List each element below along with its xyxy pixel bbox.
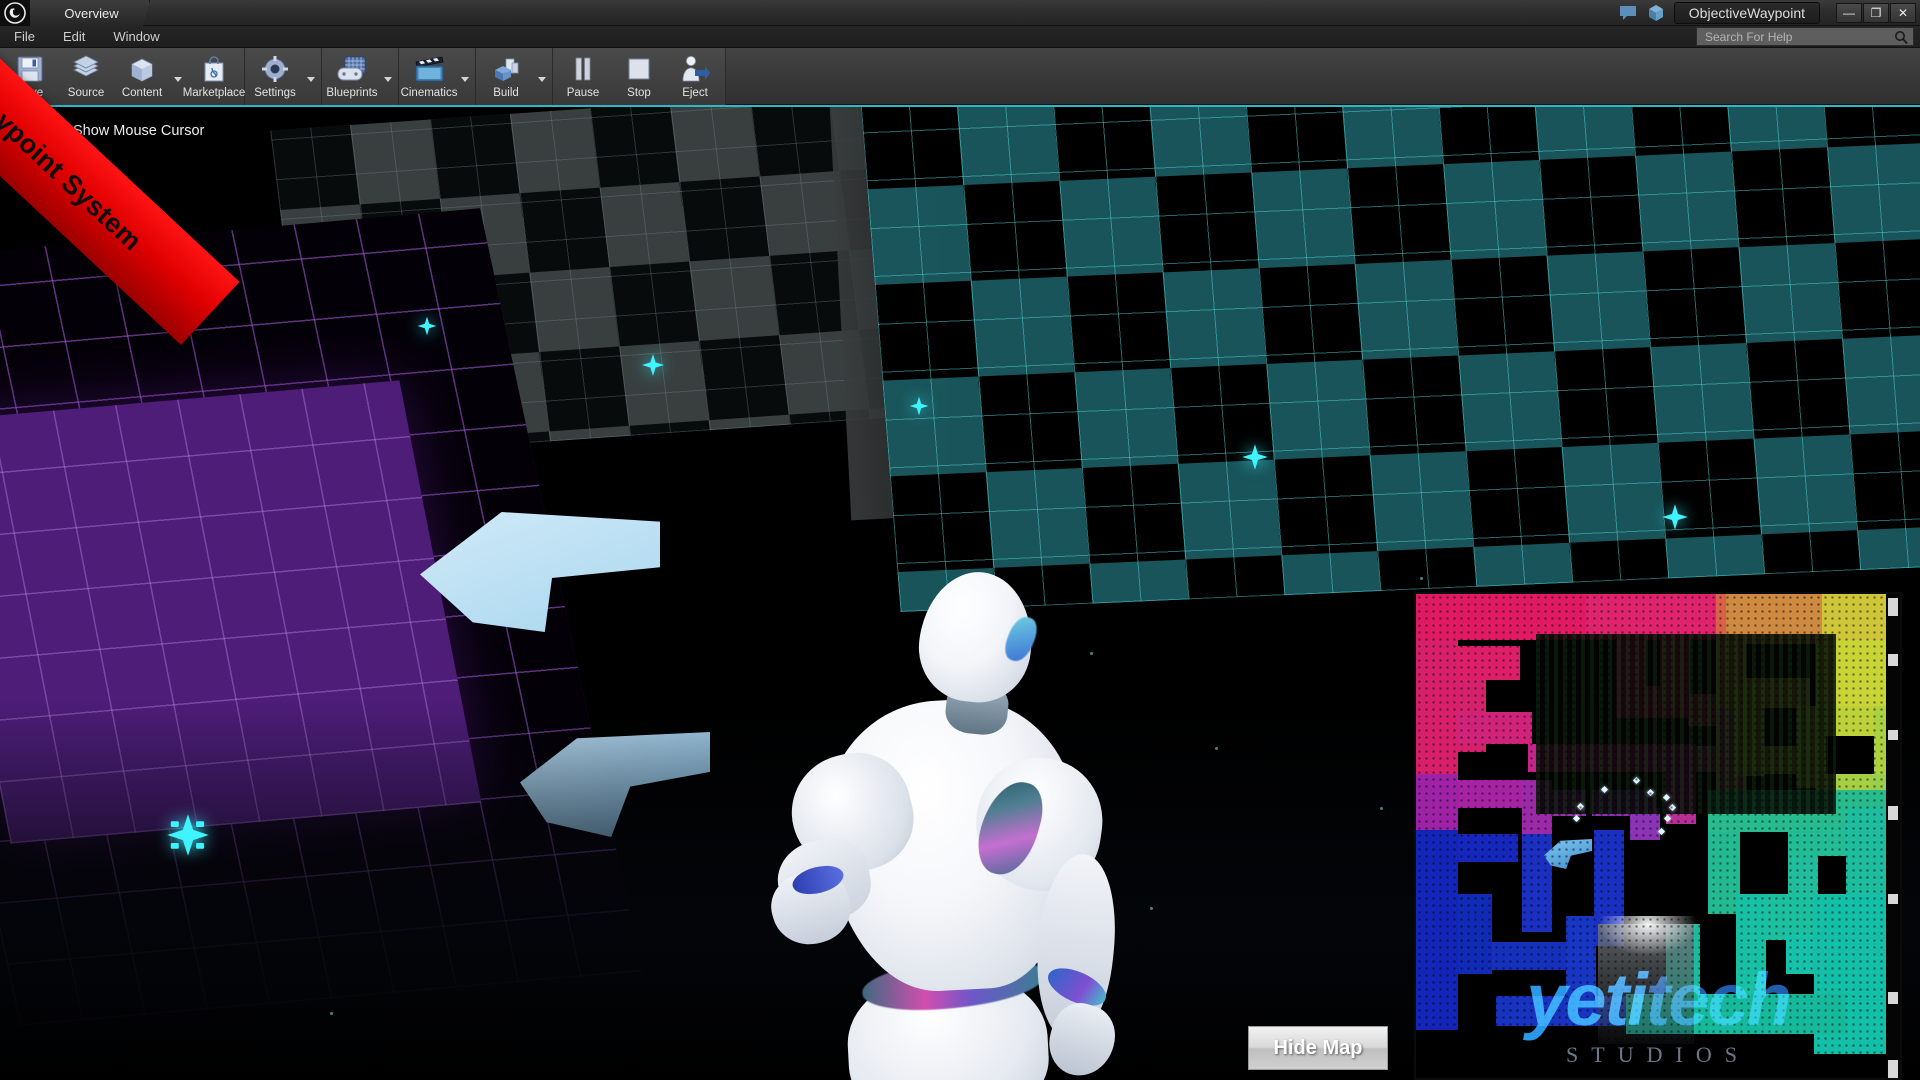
gear-icon — [259, 52, 291, 86]
blueprints-button[interactable]: Blueprints — [324, 48, 380, 104]
window-controls: — ❐ ✕ — [1836, 2, 1916, 23]
content-button[interactable]: Content — [114, 48, 170, 104]
menu-item-file[interactable]: File — [0, 27, 49, 46]
settings-dropdown-caret[interactable] — [303, 48, 319, 104]
maximize-button[interactable]: ❐ — [1863, 2, 1889, 23]
stop-square-icon — [625, 52, 653, 86]
waypoint-marker-3 — [908, 395, 930, 417]
marketplace-button[interactable]: Marketplace — [183, 48, 245, 104]
minimap-light-glow — [1598, 916, 1698, 956]
toolbar-group-blueprints: Blueprints — [322, 48, 399, 105]
eject-button[interactable]: Eject — [667, 48, 723, 104]
blueprints-label: Blueprints — [326, 87, 378, 99]
unreal-logo-icon — [0, 0, 30, 26]
project-name-label: ObjectiveWaypoint — [1688, 4, 1805, 21]
build-dropdown-caret[interactable] — [534, 48, 550, 104]
build-blocks-icon — [490, 52, 522, 86]
waypoint-marker-5 — [1660, 502, 1690, 532]
source-control-label: Source — [67, 87, 105, 99]
project-name: ObjectiveWaypoint — [1673, 1, 1820, 24]
titlebar-right-group: ObjectiveWaypoint — ❐ ✕ — [1618, 0, 1920, 25]
minimap-panel[interactable]: yetitech STUDIOS — [1414, 592, 1902, 1080]
search-input[interactable] — [1705, 29, 1893, 44]
teal-checker-wall — [859, 107, 1920, 612]
stop-button[interactable]: Stop — [611, 48, 667, 104]
title-bar: Overview ObjectiveWaypoint — ❐ ✕ — [0, 0, 1920, 26]
stop-label: Stop — [627, 87, 651, 99]
minimap-dark-columns — [1536, 634, 1836, 814]
waypoint-marker-6 — [165, 812, 211, 858]
source-control-icon — [70, 52, 102, 86]
menu-item-window[interactable]: Window — [99, 27, 173, 46]
menu-item-edit[interactable]: Edit — [49, 27, 99, 46]
toolbar-group-settings: Settings — [245, 48, 322, 105]
pause-icon — [570, 52, 596, 86]
magnifier-icon — [1893, 29, 1909, 45]
marketplace-label: Marketplace — [182, 87, 246, 99]
waypoint-marker-1 — [416, 315, 438, 337]
player-character — [763, 566, 1130, 1080]
minimap-brand-sub: STUDIOS — [1566, 1042, 1750, 1067]
hide-map-label: Hide Map — [1273, 1036, 1363, 1059]
minimap-brand-logo: yetitech — [1416, 957, 1900, 1042]
source-control-button[interactable]: Source — [58, 48, 114, 104]
close-button[interactable]: ✕ — [1890, 2, 1916, 23]
content-label: Content — [121, 87, 163, 99]
unreal-editor-window: Overview ObjectiveWaypoint — ❐ ✕ File Ed… — [0, 0, 1920, 1080]
toolbar-filler — [726, 48, 1920, 105]
tab-overview[interactable]: Overview — [30, 0, 150, 26]
cinematics-button[interactable]: Cinematics — [401, 48, 457, 104]
blueprints-dropdown-caret[interactable] — [380, 48, 396, 104]
brand-secondary: tech — [1645, 958, 1792, 1041]
titlebar-drag-area[interactable] — [150, 0, 1618, 25]
game-viewport[interactable]: Show Mouse Cursor yetitech STUDIOS Hide … — [0, 105, 1920, 1080]
hide-map-button[interactable]: Hide Map — [1248, 1026, 1388, 1070]
overlay-label: Show Mouse Cursor — [73, 123, 205, 139]
settings-button[interactable]: Settings — [247, 48, 303, 104]
main-toolbar: Save Source — [0, 48, 1920, 105]
eject-label: Eject — [682, 87, 708, 99]
eject-person-icon — [679, 52, 711, 86]
minimap-right-edge — [1886, 594, 1900, 1078]
cube-icon[interactable] — [1646, 3, 1666, 23]
tab-overview-label: Overview — [64, 5, 119, 21]
brand-primary: yeti — [1526, 958, 1648, 1041]
pause-label: Pause — [566, 87, 600, 99]
build-label: Build — [493, 87, 519, 99]
pause-button[interactable]: Pause — [555, 48, 611, 104]
minimap-maze: yetitech STUDIOS — [1416, 594, 1900, 1078]
gamepad-icon — [335, 52, 369, 86]
toolbar-group-cinematics: Cinematics — [399, 48, 476, 105]
waypoint-marker-4 — [1240, 442, 1270, 472]
search-for-help-field[interactable] — [1696, 27, 1914, 46]
shopping-bag-icon — [200, 52, 228, 86]
build-button[interactable]: Build — [478, 48, 534, 104]
minimize-button[interactable]: — — [1836, 2, 1862, 23]
toolbar-group-build: Build — [476, 48, 553, 105]
toolbar-group-playback: Pause Stop Eject — [553, 48, 726, 105]
waypoint-marker-2 — [640, 352, 666, 378]
cinematics-dropdown-caret[interactable] — [457, 48, 473, 104]
cinematics-label: Cinematics — [400, 87, 458, 99]
clapperboard-icon — [412, 52, 446, 86]
settings-label: Settings — [254, 87, 296, 99]
content-box-icon — [126, 52, 158, 86]
menu-bar: File Edit Window — [0, 26, 1920, 48]
feedback-chat-icon[interactable] — [1618, 3, 1638, 23]
